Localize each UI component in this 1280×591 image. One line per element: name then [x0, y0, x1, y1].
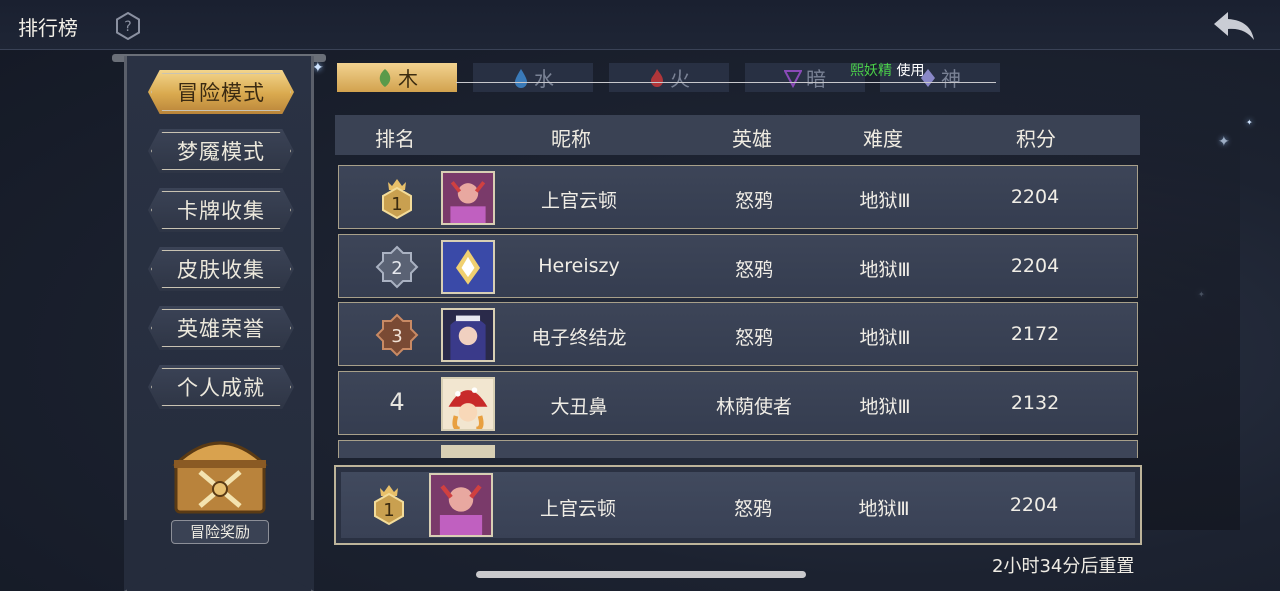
- hero-avatar-icon: [441, 171, 495, 225]
- flame-icon: [651, 68, 663, 87]
- reset-countdown: 2小时34分后重置: [992, 556, 1135, 577]
- help-icon[interactable]: ?: [114, 12, 142, 40]
- hero-name: 怒鸦: [734, 259, 773, 281]
- difficulty: 地狱Ⅲ: [859, 259, 911, 281]
- tab-fire[interactable]: 火: [609, 63, 729, 92]
- hero-name: 怒鸦: [734, 190, 773, 212]
- bronze-badge-icon: 3: [375, 313, 419, 357]
- mode-label: 梦魇模式: [177, 140, 265, 164]
- dark-sigil-icon: [784, 69, 802, 88]
- tab-label: 木: [398, 67, 418, 91]
- score: 2132: [1010, 392, 1060, 414]
- player-name: Hereiszy: [538, 255, 620, 277]
- treasure-chest-icon[interactable]: [166, 422, 274, 518]
- difficulty: 地狱Ⅲ: [859, 396, 911, 418]
- mode-label: 冒险模式: [177, 81, 265, 105]
- difficulty: 地狱Ⅲ: [858, 498, 910, 520]
- marquee-line: [456, 82, 996, 83]
- gold-crown-badge-icon: 1: [382, 179, 412, 220]
- hero-name: 林荫使者: [715, 396, 792, 418]
- mode-button-nightmare[interactable]: 梦魇模式: [148, 129, 294, 173]
- header-nickname: 昵称: [551, 127, 591, 151]
- back-arrow-icon[interactable]: [1210, 8, 1258, 44]
- top-bar: 排行榜 ?: [0, 0, 1280, 50]
- player-name: 电子终结龙: [531, 327, 627, 349]
- tab-label: 暗: [806, 67, 826, 91]
- header-score: 积分: [1016, 127, 1056, 151]
- mode-label: 皮肤收集: [177, 258, 265, 282]
- mode-label: 英雄荣誉: [177, 317, 265, 341]
- score: 2172: [1010, 323, 1060, 345]
- table-row[interactable]: 1 上官云顿 怒鸦 地狱Ⅲ 2204: [338, 165, 1138, 229]
- tab-label: 火: [670, 67, 690, 91]
- silver-badge-icon: 2: [375, 245, 419, 289]
- tab-water[interactable]: 水: [473, 63, 593, 92]
- hero-avatar-icon: [441, 445, 495, 458]
- tab-wood[interactable]: 木: [337, 63, 457, 92]
- table-row[interactable]: [338, 440, 1138, 458]
- difficulty: 地狱Ⅲ: [859, 327, 911, 349]
- notice-action: 使用: [896, 63, 925, 79]
- page-title: 排行榜: [18, 16, 78, 40]
- hero-avatar-icon: [441, 308, 495, 362]
- mode-label: 个人成就: [177, 376, 265, 400]
- table-header: 排名 昵称 英雄 难度 积分: [335, 115, 1140, 155]
- header-difficulty: 难度: [863, 127, 903, 151]
- star-decoration: ✦: [1246, 118, 1253, 127]
- player-name: 大丑鼻: [550, 396, 608, 418]
- mode-button-hero-honor[interactable]: 英雄荣誉: [148, 306, 294, 350]
- tab-dark[interactable]: 暗: [745, 63, 865, 92]
- table-row[interactable]: 3 电子终结龙 怒鸦 地狱Ⅲ 2172: [338, 302, 1138, 366]
- hero-name: 怒鸦: [733, 498, 772, 520]
- rank-number: 1: [383, 500, 394, 521]
- table-row[interactable]: 2 Hereiszy 怒鸦 地狱Ⅲ 2204: [338, 234, 1138, 298]
- marquee-notice: 熙妖精 使用: [850, 60, 924, 80]
- home-indicator[interactable]: [476, 571, 806, 578]
- score: 2204: [1009, 494, 1059, 516]
- mode-button-adventure[interactable]: 冒险模式: [148, 70, 294, 114]
- rank-number: 4: [389, 388, 405, 416]
- tab-label: 水: [534, 67, 554, 91]
- header-hero: 英雄: [732, 127, 772, 151]
- rank-number: 1: [391, 194, 402, 215]
- mode-label: 卡牌收集: [177, 199, 265, 223]
- tab-label: 神: [941, 67, 961, 91]
- header-rank: 排名: [375, 127, 415, 151]
- difficulty: 地狱Ⅲ: [859, 190, 911, 212]
- adventure-reward-label[interactable]: 冒险奖励: [171, 520, 269, 544]
- my-rank-row[interactable]: 1 上官云顿 怒鸦 地狱Ⅲ 2204: [341, 472, 1135, 538]
- score: 2204: [1010, 186, 1060, 208]
- player-name: 上官云顿: [540, 190, 617, 212]
- rank-number: 2: [391, 258, 402, 279]
- mode-button-card-collection[interactable]: 卡牌收集: [148, 188, 294, 232]
- gold-crown-badge-icon: 1: [374, 485, 404, 526]
- table-row[interactable]: 4 大丑鼻 林荫使者 地狱Ⅲ 2132: [338, 371, 1138, 435]
- score: 2204: [1010, 255, 1060, 277]
- mode-button-achievements[interactable]: 个人成就: [148, 365, 294, 409]
- player-name: 上官云顿: [539, 498, 616, 520]
- notice-name: 熙妖精: [850, 63, 892, 79]
- rank-number: 3: [391, 326, 402, 347]
- hero-avatar-icon: [429, 473, 493, 537]
- hero-avatar-icon: [441, 377, 495, 431]
- water-drop-icon: [515, 68, 527, 88]
- svg-text:?: ?: [124, 19, 131, 35]
- hero-avatar-icon: [441, 240, 495, 294]
- mode-button-skin-collection[interactable]: 皮肤收集: [148, 247, 294, 291]
- hero-name: 怒鸦: [734, 327, 773, 349]
- leaf-icon: [379, 68, 391, 87]
